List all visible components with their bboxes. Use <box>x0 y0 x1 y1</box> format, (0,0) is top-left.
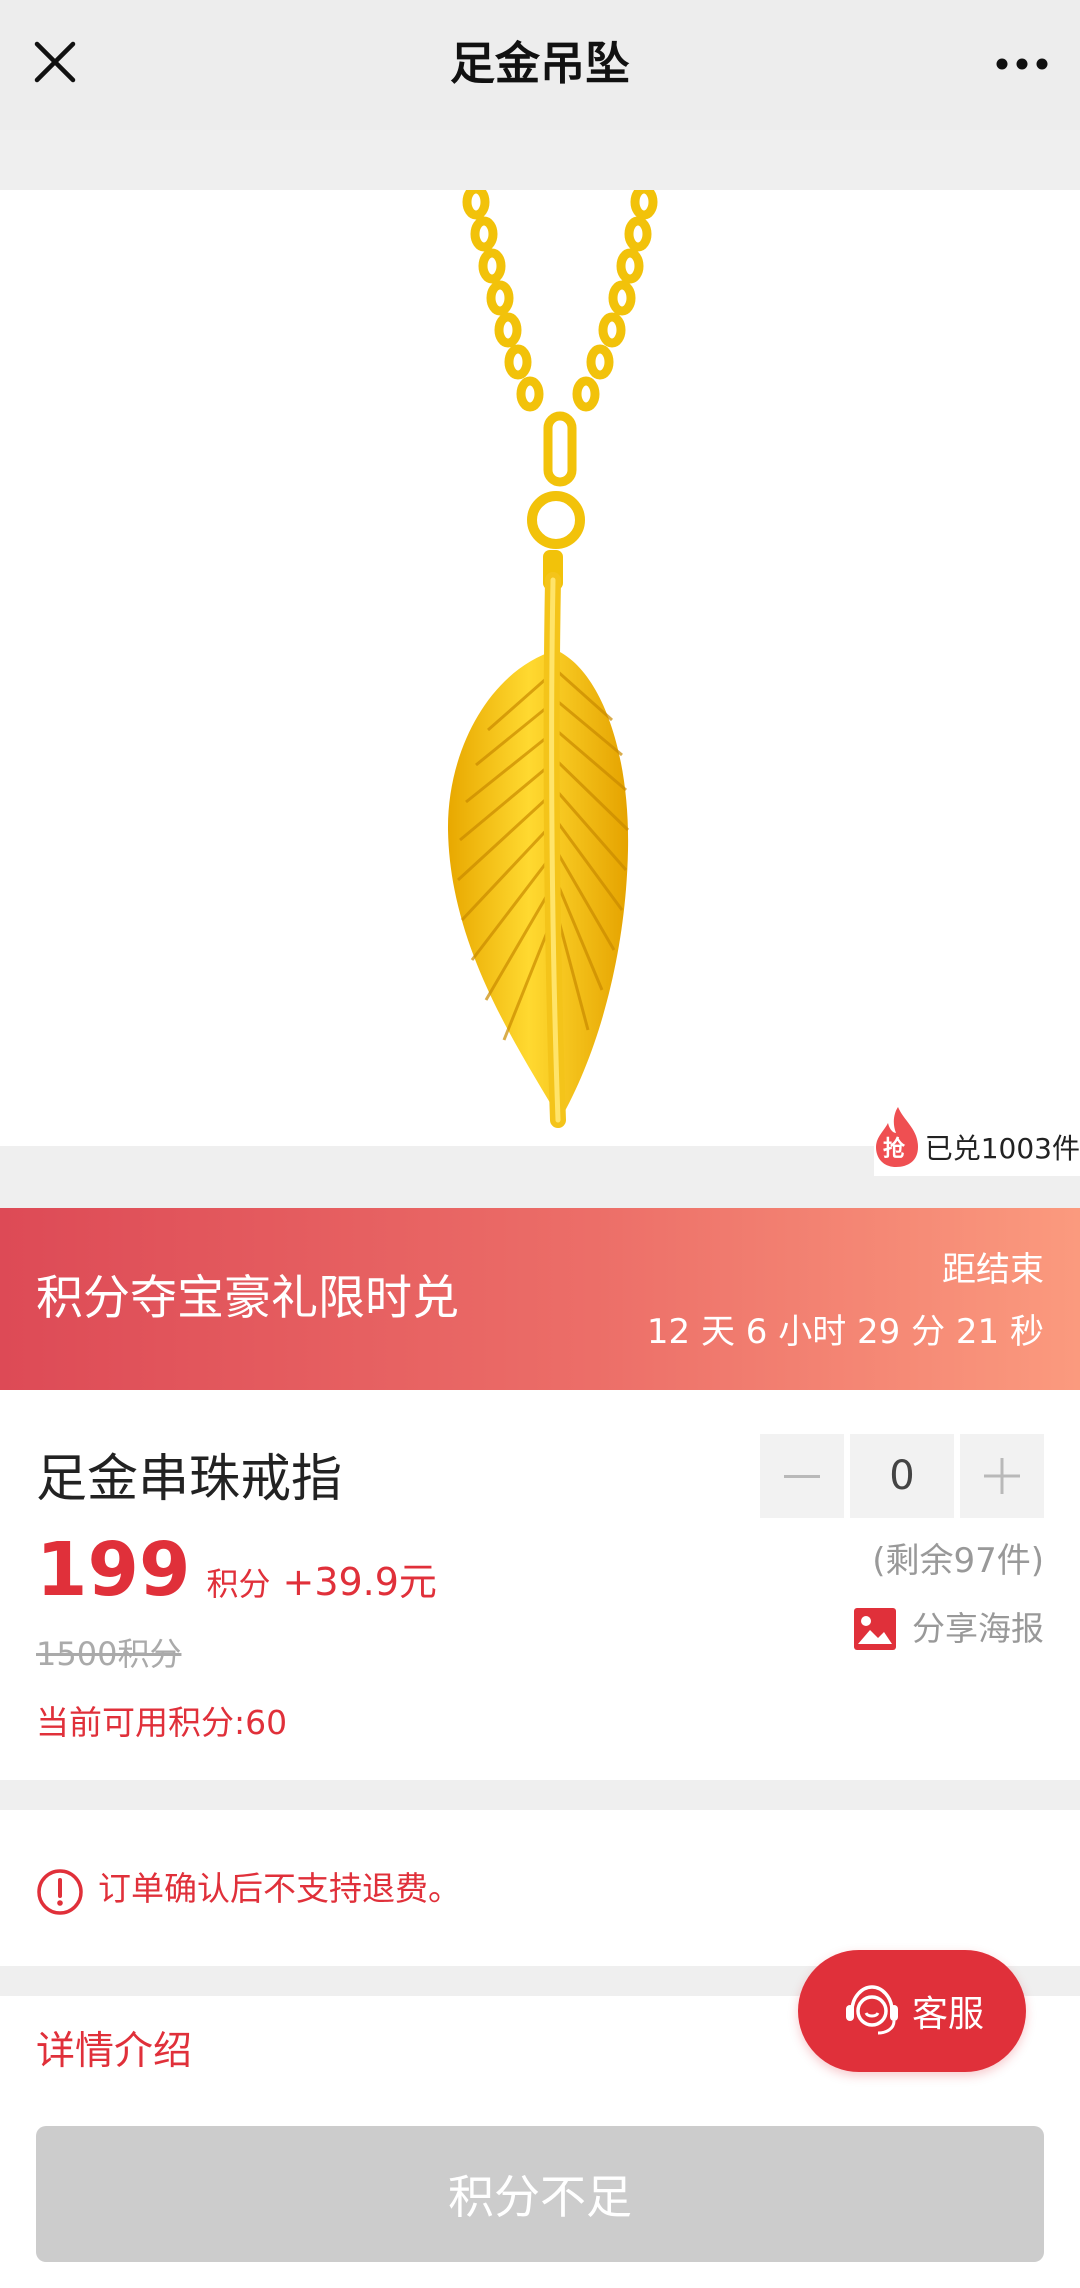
page-title: 足金吊坠 <box>449 37 630 90</box>
alert-icon <box>37 1869 83 1915</box>
minus-icon <box>784 1474 820 1478</box>
fire-icon: 抢 <box>874 1105 925 1169</box>
insufficient-points-button[interactable]: 积分不足 <box>36 2126 1044 2262</box>
poster-icon <box>854 1608 896 1650</box>
sold-count-text: 已兑1003件 <box>924 1132 1080 1165</box>
price-unit: 积分 <box>206 1565 271 1603</box>
original-price: 1500积分 <box>36 1635 182 1673</box>
countdown-label: 距结束 <box>942 1250 1044 1290</box>
countdown-timer: 12 天 6 小时 29 分 21 秒 <box>646 1312 1044 1352</box>
decrease-button[interactable] <box>760 1434 844 1518</box>
stock-remaining: (剩余97件) <box>872 1541 1044 1581</box>
notice-text: 订单确认后不支持退费。 <box>98 1869 461 1908</box>
price-cash: +39.9元 <box>282 1560 437 1604</box>
headset-icon <box>845 1985 898 2035</box>
product-name: 足金串珠戒指 <box>36 1450 343 1509</box>
customer-service-button[interactable]: 客服 <box>798 1950 1026 2072</box>
more-icon[interactable] <box>992 46 1052 82</box>
promo-banner: 积分夺宝豪礼限时兑 距结束 12 天 6 小时 29 分 21 秒 <box>0 1208 1080 1390</box>
sold-count-badge: 抢 已兑1003件 <box>874 1107 1080 1176</box>
refund-notice: 订单确认后不支持退费。 <box>0 1810 1080 1966</box>
share-poster-button[interactable]: 分享海报 <box>854 1604 1044 1654</box>
increase-button[interactable] <box>960 1434 1044 1518</box>
quantity-stepper: 0 <box>760 1434 1044 1518</box>
detail-title[interactable]: 详情介绍 <box>36 2022 192 2082</box>
product-info: 足金串珠戒指 199 积分 +39.9元 1500积分 当前可用积分:60 0 … <box>0 1390 1080 1780</box>
fire-label: 抢 <box>882 1137 905 1162</box>
available-points: 当前可用积分:60 <box>36 1703 288 1742</box>
close-icon[interactable] <box>28 35 82 89</box>
price-row: 199 积分 +39.9元 <box>36 1520 437 1620</box>
banner-title: 积分夺宝豪礼限时兑 <box>36 1271 459 1326</box>
quantity-value[interactable]: 0 <box>850 1434 954 1518</box>
product-image[interactable] <box>0 190 1080 1146</box>
plus-icon <box>984 1458 1020 1494</box>
price-points: 199 <box>36 1527 191 1613</box>
share-label: 分享海报 <box>912 1609 1044 1648</box>
service-label: 客服 <box>911 1994 984 2035</box>
nav-bar: 足金吊坠 <box>0 0 1080 130</box>
